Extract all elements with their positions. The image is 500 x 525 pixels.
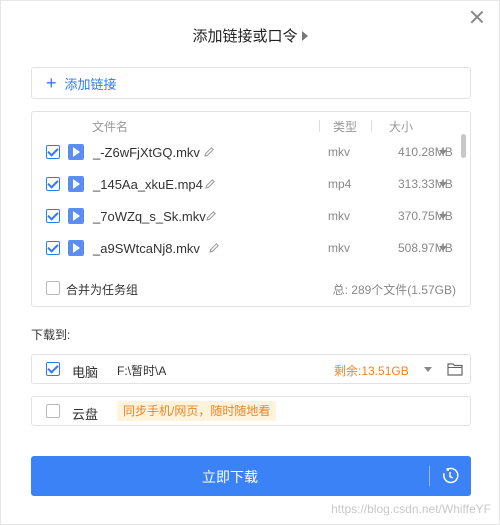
destination-cloud[interactable]: 云盘 同步手机/网页，随时随地看 [31,396,471,426]
download-to-label: 下载到: [31,328,71,342]
column-size-header: 大小 [389,120,414,134]
computer-checkbox[interactable] [46,362,60,376]
chevron-down-icon[interactable] [439,149,447,155]
dialog-title[interactable]: 添加链接或口令 [1,25,499,46]
free-space: 剩余:13.51GB [334,364,409,378]
close-icon[interactable] [469,9,485,25]
file-type: mkv [328,209,350,223]
chevron-down-icon[interactable] [439,245,447,251]
add-link-dialog: 添加链接或口令 + 添加链接 文件名 类型 大小 _-Z6wFjXtGQ.mkv… [0,0,500,525]
file-list-header: 文件名 类型 大小 [32,118,470,134]
file-checkbox[interactable] [46,241,60,255]
folder-icon[interactable] [447,362,463,376]
merge-group-row: 合并为任务组 总: 289个文件(1.57GB) [32,280,470,298]
chevron-down-icon[interactable] [439,181,447,187]
file-row[interactable]: _145Aa_xkuE.mp4 mp4 313.33MB [32,169,456,199]
video-file-icon [68,240,84,256]
file-row[interactable]: _-Z6wFjXtGQ.mkv mkv 410.28MB [32,137,456,167]
chevron-down-icon[interactable] [439,213,447,219]
file-checkbox[interactable] [46,177,60,191]
column-divider [371,120,372,132]
file-checkbox[interactable] [46,209,60,223]
file-name: _145Aa_xkuE.mp4 [93,176,203,192]
merge-group-checkbox[interactable] [46,281,60,295]
file-type: mkv [328,145,350,159]
add-link-label: 添加链接 [64,76,117,92]
file-checkbox[interactable] [46,145,60,159]
column-divider [319,120,320,132]
video-file-icon [68,208,84,224]
edit-pencil-icon[interactable] [203,146,215,158]
download-now-label: 立即下载 [202,469,258,485]
file-row[interactable]: _a9SWtcaNj8.mkv mkv 508.97MB [32,233,456,263]
file-name: _7oWZq_s_Sk.mkv [93,208,206,224]
path-dropdown-chevron-down-icon[interactable] [424,367,432,372]
destination-computer[interactable]: 电脑 F:\暂时\A 剩余:13.51GB [31,354,471,384]
edit-pencil-icon[interactable] [204,178,216,190]
file-row[interactable]: _7oWZq_s_Sk.mkv mkv 370.75MB [32,201,456,231]
watermark: https://blog.csdn.net/WhiffeYF [331,502,491,516]
file-list-panel: 文件名 类型 大小 _-Z6wFjXtGQ.mkv mkv 410.28MB _… [31,111,471,307]
file-summary: 总: 289个文件(1.57GB) [332,283,456,297]
video-file-icon [68,144,84,160]
dialog-title-text: 添加链接或口令 [192,28,298,45]
file-type: mkv [328,241,350,255]
plus-icon: + [46,73,57,93]
file-name: _-Z6wFjXtGQ.mkv [93,144,200,160]
cloud-label: 云盘 [72,407,99,422]
title-arrow-icon [301,31,308,42]
download-now-button[interactable]: 立即下载 [31,456,471,496]
column-name-header: 文件名 [92,120,129,134]
merge-group-label: 合并为任务组 [66,283,139,297]
button-divider [429,466,430,486]
cloud-checkbox[interactable] [46,404,60,418]
file-type: mp4 [328,177,352,191]
download-path[interactable]: F:\暂时\A [117,362,166,379]
add-link-button[interactable]: + 添加链接 [31,67,471,99]
file-list-scrollbar[interactable] [461,134,466,158]
column-type-header: 类型 [333,120,358,134]
file-name: _a9SWtcaNj8.mkv [93,240,200,256]
edit-pencil-icon[interactable] [208,242,220,254]
edit-pencil-icon[interactable] [205,210,217,222]
scheduled-download-clock-icon[interactable] [441,467,459,485]
video-file-icon [68,176,84,192]
computer-label: 电脑 [72,365,99,380]
cloud-sync-tip: 同步手机/网页，随时随地看 [117,401,277,421]
